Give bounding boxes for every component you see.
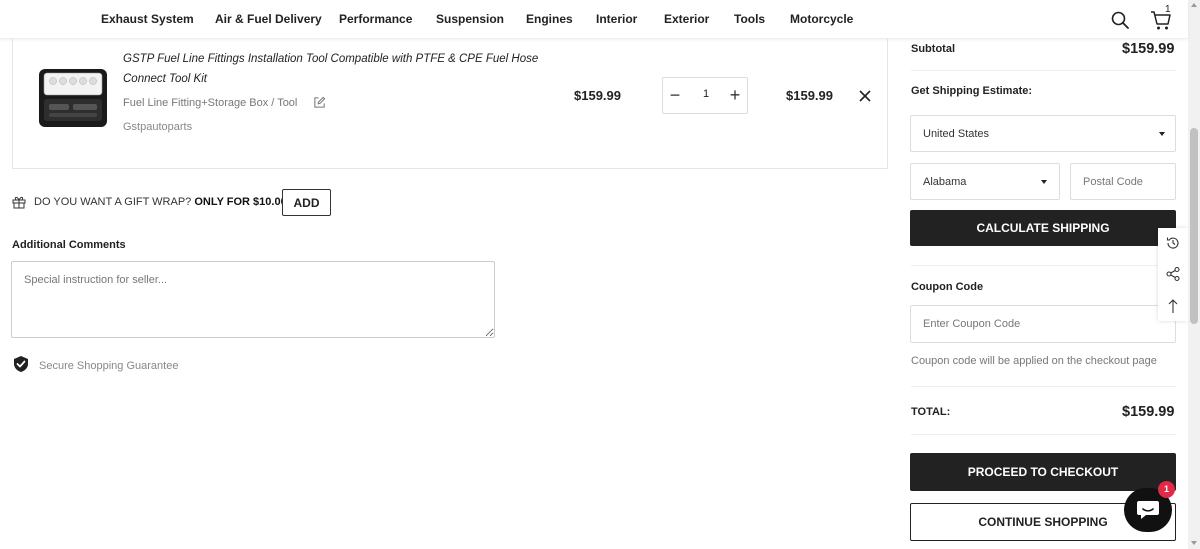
shipping-estimate-label: Get Shipping Estimate: (911, 85, 1033, 97)
top-navigation: Exhaust System Air & Fuel Delivery Perfo… (0, 0, 1188, 39)
quantity-stepper: − 1 + (662, 77, 748, 114)
product-vendor: Gstpautoparts (123, 121, 193, 133)
scrollbar[interactable] (1188, 0, 1200, 549)
back-to-top-icon[interactable] (1165, 298, 1181, 314)
coupon-note: Coupon code will be applied on the check… (911, 355, 1157, 367)
divider (911, 265, 1176, 266)
nav-item-performance[interactable]: Performance (339, 12, 412, 26)
nav-item-exhaust-system[interactable]: Exhaust System (101, 12, 194, 26)
nav-item-exterior[interactable]: Exterior (664, 12, 709, 26)
divider (911, 434, 1176, 435)
chat-icon (1137, 501, 1159, 519)
floating-tools-panel (1158, 228, 1188, 321)
additional-comments-label: Additional Comments (12, 239, 126, 251)
product-variant: Fuel Line Fitting+Storage Box / Tool (123, 97, 298, 109)
postal-code-input[interactable] (1070, 163, 1176, 200)
province-select[interactable]: Alabama (910, 163, 1060, 200)
product-title[interactable]: GSTP Fuel Line Fittings Installation Too… (123, 49, 543, 89)
subtotal-label: Subtotal (911, 43, 955, 55)
gift-wrap-add-button[interactable]: ADD (282, 189, 331, 216)
divider (911, 70, 1176, 71)
product-image[interactable] (35, 63, 111, 135)
edit-icon[interactable] (313, 96, 326, 109)
divider (911, 386, 1176, 387)
quantity-input[interactable]: 1 (693, 88, 719, 100)
secure-shopping-text: Secure Shopping Guarantee (39, 360, 179, 372)
remove-item-icon[interactable] (858, 89, 872, 103)
line-total: $159.99 (786, 88, 833, 103)
country-select-value: United States (923, 128, 990, 140)
nav-item-air-fuel-delivery[interactable]: Air & Fuel Delivery (215, 12, 322, 26)
quantity-decrease-button[interactable]: − (665, 84, 685, 106)
nav-item-suspension[interactable]: Suspension (436, 12, 504, 26)
total-label: TOTAL: (911, 406, 951, 418)
calculate-shipping-button[interactable]: CALCULATE SHIPPING (910, 210, 1176, 246)
share-icon[interactable] (1165, 266, 1181, 282)
additional-comments-field[interactable] (11, 261, 495, 338)
recently-viewed-icon[interactable] (1165, 235, 1181, 251)
proceed-to-checkout-button[interactable]: PROCEED TO CHECKOUT (910, 453, 1176, 491)
country-select[interactable]: United States (910, 115, 1176, 152)
coupon-code-label: Coupon Code (911, 281, 984, 293)
gift-wrap-offer: ONLY FOR $10.00 (194, 196, 287, 208)
scroll-up-arrow[interactable] (1191, 3, 1197, 7)
search-icon[interactable] (1110, 10, 1130, 30)
province-select-value: Alabama (923, 176, 967, 188)
nav-item-tools[interactable]: Tools (734, 12, 765, 26)
nav-item-interior[interactable]: Interior (596, 12, 637, 26)
quantity-increase-button[interactable]: + (725, 84, 745, 106)
scrollbar-thumb[interactable] (1190, 128, 1198, 324)
chevron-down-icon (1041, 180, 1047, 184)
gift-wrap-question: DO YOU WANT A GIFT WRAP? (34, 196, 192, 208)
cart-line-item: GSTP Fuel Line Fittings Installation Too… (12, 39, 888, 169)
scroll-down-arrow[interactable] (1191, 541, 1197, 545)
coupon-code-input[interactable] (910, 305, 1176, 343)
shield-check-icon (14, 356, 28, 372)
product-price: $159.99 (574, 88, 621, 103)
chevron-down-icon (1159, 132, 1165, 136)
gift-icon (12, 196, 26, 209)
nav-item-motorcycle[interactable]: Motorcycle (790, 12, 853, 26)
total-value: $159.99 (1122, 404, 1175, 420)
gift-wrap-text: DO YOU WANT A GIFT WRAP? ONLY FOR $10.00 (34, 196, 287, 208)
chat-notification-badge: 1 (1158, 481, 1175, 498)
subtotal-value: $159.99 (1122, 41, 1175, 57)
nav-item-engines[interactable]: Engines (526, 12, 573, 26)
cart-count-badge: 1 (1165, 4, 1171, 15)
